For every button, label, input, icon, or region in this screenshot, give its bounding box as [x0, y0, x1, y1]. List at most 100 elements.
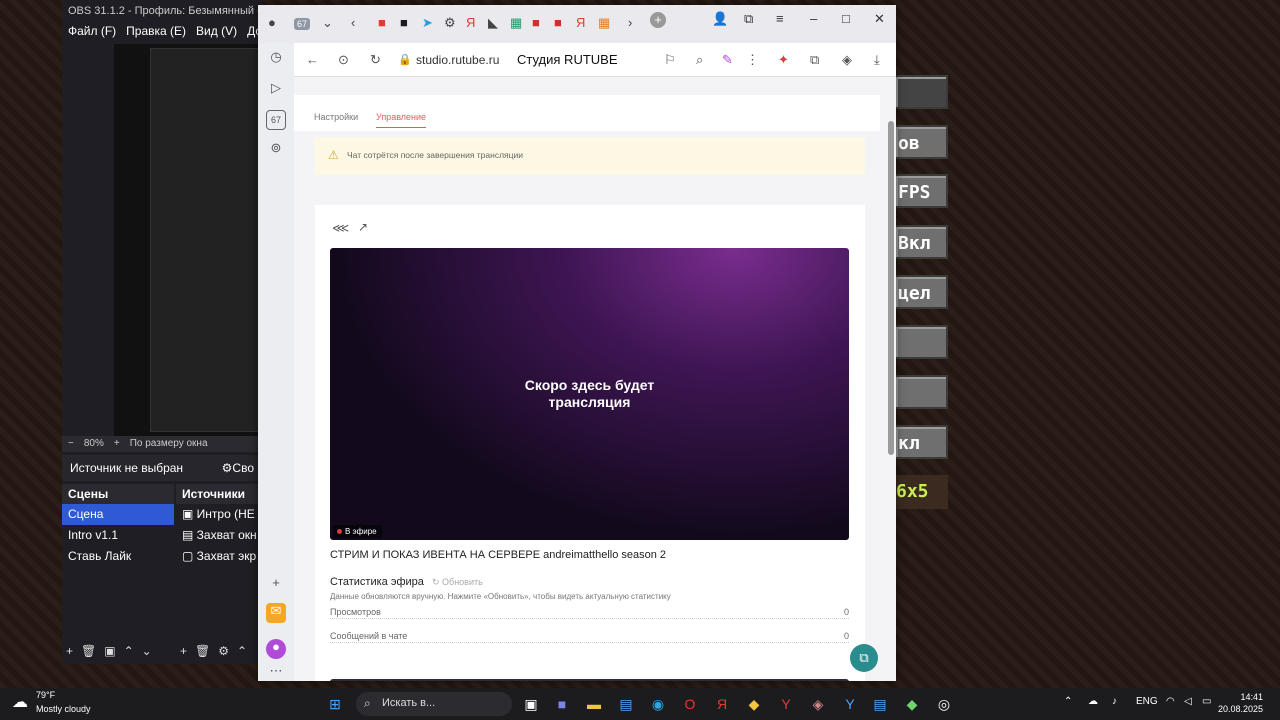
game-button[interactable]	[894, 75, 948, 109]
obs-zoom-fit[interactable]: По размеру окна	[130, 438, 208, 450]
game-button[interactable]: FPS	[894, 174, 948, 208]
external-link-icon[interactable]: ↗	[358, 220, 368, 234]
puzzle-icon[interactable]: ⧉	[810, 52, 819, 68]
game-button[interactable]: ов	[894, 125, 948, 159]
mail-icon[interactable]: ✉	[266, 603, 286, 623]
gear-tab-icon[interactable]: ⚙	[444, 15, 456, 31]
add-icon[interactable]: +	[180, 644, 187, 658]
game-button[interactable]: Вкл	[894, 225, 948, 259]
game-button[interactable]: кл	[894, 425, 948, 459]
new-tab-icon[interactable]: +	[650, 12, 666, 28]
tray-icon[interactable]: ☁	[1088, 696, 1098, 707]
opera-icon[interactable]: O	[681, 695, 699, 713]
kebab-menu-icon[interactable]: ⋮	[746, 52, 759, 68]
app-icon[interactable]: Y	[841, 695, 859, 713]
add-icon[interactable]: +	[266, 575, 286, 595]
scrollbar-thumb[interactable]	[888, 121, 894, 455]
scene-item[interactable]: Ставь Лайк	[62, 546, 174, 567]
refresh-button[interactable]: ↻ Обновить	[432, 577, 483, 588]
tab-icon[interactable]: ■	[554, 15, 562, 30]
app-icon[interactable]: ◆	[745, 695, 763, 713]
chevron-down-icon[interactable]: ⌄	[142, 644, 152, 658]
reload-icon[interactable]: ↻	[370, 52, 381, 68]
task-view-icon[interactable]: ▣	[522, 695, 540, 713]
chevron-up-icon[interactable]: ⌃	[1064, 696, 1072, 707]
source-item[interactable]: ▤ Захват окн	[176, 525, 262, 546]
language-indicator[interactable]: ENG	[1136, 696, 1158, 707]
chevron-up-icon[interactable]: ⌃	[237, 644, 247, 658]
obs-menu-view[interactable]: Вид (V)	[196, 24, 237, 40]
minimize-icon[interactable]: –	[810, 11, 817, 26]
yandex-tab-icon[interactable]: Я	[576, 15, 585, 30]
add-icon[interactable]: +	[66, 644, 73, 658]
yandex-icon[interactable]: Я	[713, 695, 731, 713]
download-icon[interactable]: ⤓	[874, 52, 880, 68]
plus-icon[interactable]: +	[114, 438, 120, 450]
trash-icon[interactable]: 🗑	[81, 644, 96, 658]
tab-icon[interactable]: ▦	[598, 15, 610, 31]
folder-icon[interactable]: ▬	[585, 695, 603, 713]
obs-menu-file[interactable]: Файл (F)	[68, 24, 116, 40]
wifi-icon[interactable]: ◠	[1166, 696, 1175, 707]
tab-management[interactable]: Управление	[376, 112, 427, 128]
share-icon[interactable]: ⋘	[332, 221, 349, 235]
tab-icon[interactable]: ■	[532, 15, 540, 30]
close-icon[interactable]: ✕	[874, 11, 885, 27]
menu-icon[interactable]: ≡	[776, 11, 784, 26]
tab-counter[interactable]: 67	[294, 18, 311, 30]
collections-icon[interactable]: ⧉	[744, 11, 753, 27]
search-icon[interactable]: ⌕	[696, 52, 703, 68]
extension-icon[interactable]: ◈	[842, 52, 852, 68]
screenshot-icon[interactable]: ⊚	[266, 140, 286, 160]
obs-menu-edit[interactable]: Правка (E)	[126, 24, 186, 40]
mic-icon[interactable]: ♪	[1112, 696, 1117, 707]
game-button[interactable]	[894, 325, 948, 359]
tab-icon[interactable]: ▦	[510, 15, 522, 31]
app-icon[interactable]: ▤	[871, 695, 889, 713]
filter-icon[interactable]: ▣	[104, 644, 115, 658]
chevron-down-icon[interactable]: ⌄	[322, 15, 333, 31]
scrollbar[interactable]	[886, 77, 896, 681]
obs-icon[interactable]: ◎	[935, 695, 953, 713]
sidebar-tab-counter[interactable]: 67	[266, 110, 286, 130]
game-button[interactable]	[894, 375, 948, 409]
edge-icon[interactable]: ◉	[649, 695, 667, 713]
bookmark-icon[interactable]: ⚐	[664, 52, 676, 68]
source-item[interactable]: ▢ Захват экр	[176, 546, 262, 567]
history-icon[interactable]: ◷	[266, 49, 286, 69]
windows-start-icon[interactable]: ⊞	[326, 695, 344, 713]
chat-fab-button[interactable]: ⧉	[850, 644, 878, 672]
obs-properties-button[interactable]: ⚙Сво	[222, 461, 254, 475]
taskbar-clock[interactable]: 14:41 20.08.2025	[1218, 691, 1263, 715]
yandex-browser-icon[interactable]: Y	[777, 695, 795, 713]
more-icon[interactable]: ⋯	[266, 663, 286, 681]
game-button[interactable]: цел	[894, 275, 948, 309]
source-item[interactable]: ▣ Интро (НЕ	[176, 504, 262, 525]
game-button[interactable]: 6x5	[894, 475, 948, 509]
rutube-tab-icon[interactable]: ■	[378, 15, 386, 30]
scene-item[interactable]: Intro v1.1	[62, 525, 174, 546]
extension-icon[interactable]: ✦	[778, 52, 789, 68]
obs-preview[interactable]	[114, 44, 262, 436]
browser-logo-icon[interactable]: ●	[268, 15, 276, 30]
chevron-up-icon[interactable]: ⌃	[124, 644, 134, 658]
teams-icon[interactable]: ■	[553, 695, 571, 713]
yandex-tab-icon[interactable]: Я	[466, 15, 475, 30]
trash-icon[interactable]: 🗑	[195, 644, 210, 658]
back-icon[interactable]: ←	[306, 52, 319, 67]
store-icon[interactable]: ▤	[617, 695, 635, 713]
scene-item[interactable]: Сцена	[62, 504, 174, 525]
telegram-tab-icon[interactable]: ➤	[422, 15, 433, 31]
play-icon[interactable]: ▷	[266, 80, 286, 100]
minus-icon[interactable]: −	[68, 438, 74, 450]
ai-icon[interactable]: ✎	[722, 52, 733, 68]
url-text[interactable]: studio.rutube.ru	[416, 53, 499, 67]
taskbar-search[interactable]: ⌕ Искать в...	[356, 692, 512, 716]
minecraft-icon[interactable]: ◆	[903, 695, 921, 713]
gear-icon[interactable]: ⚙	[218, 644, 229, 658]
volume-icon[interactable]: ◁	[1184, 696, 1192, 707]
forward-tab-icon[interactable]: ›	[628, 15, 632, 30]
video-player[interactable]: Скоро здесь будет трансляция В эфире	[330, 248, 849, 540]
tab-settings[interactable]: Настройки	[314, 112, 358, 122]
back-tab-icon[interactable]: ‹	[351, 15, 355, 30]
